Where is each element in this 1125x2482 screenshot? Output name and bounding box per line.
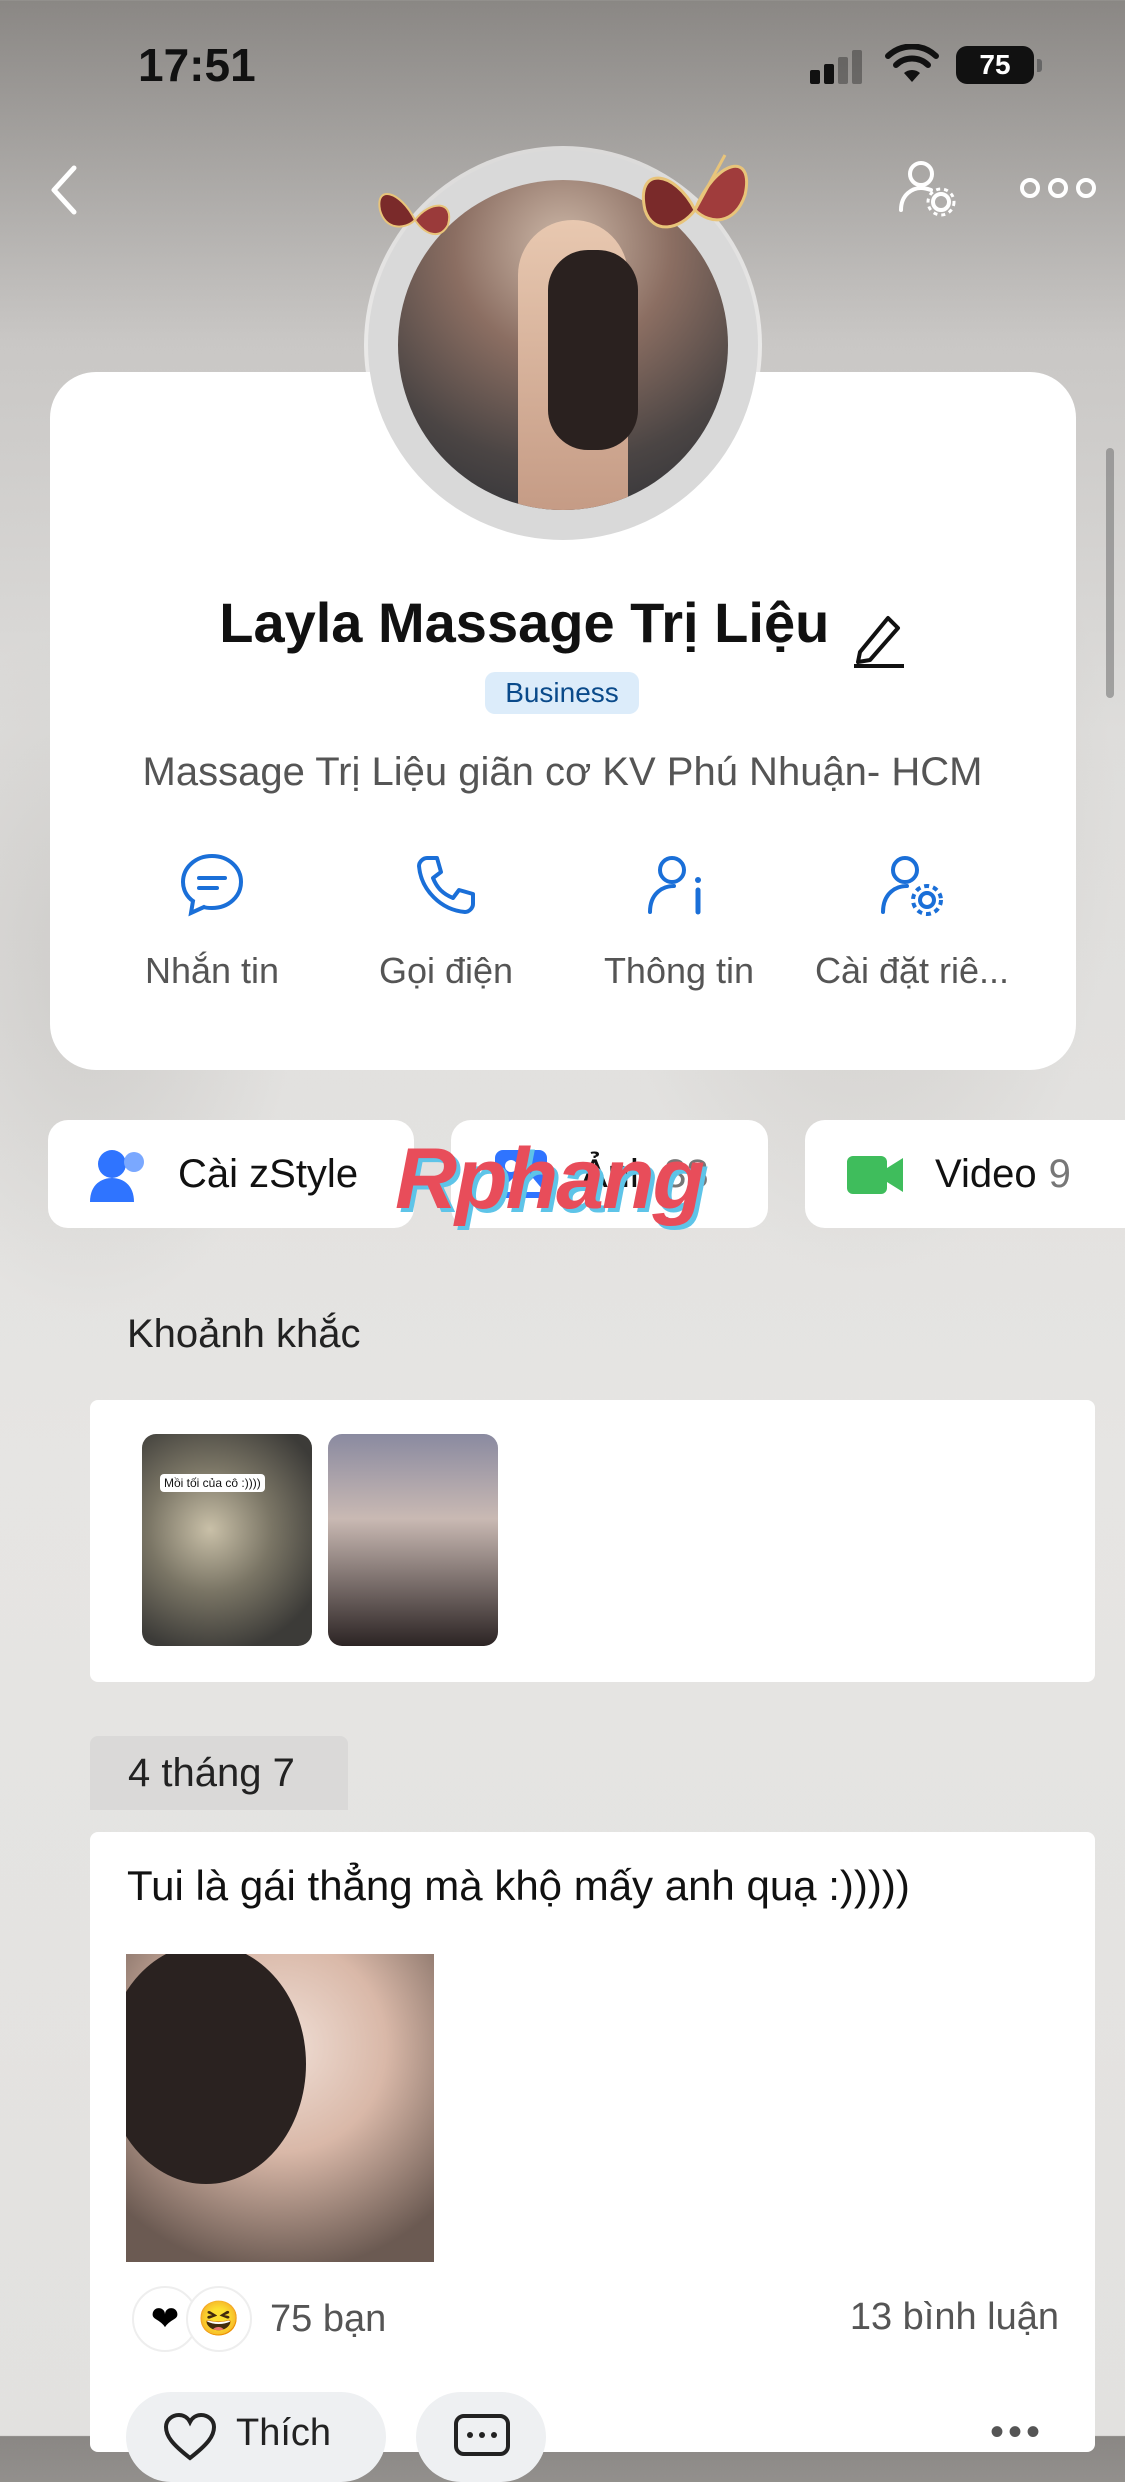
battery-indicator: 75 — [956, 46, 1042, 84]
action-label: Gọi điện — [378, 950, 514, 991]
profile-actions: Nhắn tin Gọi điện Thông tin Cài đặt riê.… — [50, 850, 1076, 1010]
videos-count: 9 — [1048, 1151, 1071, 1196]
comment-icon — [454, 2414, 510, 2456]
profile-bio: Massage Trị Liệu giãn cơ KV Phú Nhuận- H… — [142, 750, 983, 794]
action-label: Thông tin — [603, 950, 755, 991]
action-label: Nhắn tin — [144, 950, 280, 991]
moment-caption: Mồi tối của cô :)))) — [160, 1474, 265, 1492]
user-info-icon — [648, 856, 701, 915]
moments-strip: Mồi tối của cô :)))) — [90, 1400, 1095, 1682]
moments-title: Khoảnh khắc — [127, 1312, 361, 1356]
phone-icon — [417, 856, 475, 914]
profile-name-row: Layla Massage Trị Liệu — [0, 590, 1125, 668]
private-settings-button[interactable]: Cài đặt riê... — [812, 850, 1012, 992]
scrollbar[interactable] — [1106, 448, 1114, 698]
info-button[interactable]: Thông tin — [579, 850, 779, 992]
video-camera-icon — [847, 1156, 903, 1194]
more-options-icon[interactable] — [1020, 170, 1096, 206]
zstyle-label: Cài zStyle — [178, 1151, 359, 1196]
status-bar: 17:51 75 — [0, 0, 1125, 130]
zstyle-icon — [90, 1150, 144, 1202]
like-button[interactable]: Thích — [126, 2392, 386, 2482]
signal-icon — [810, 48, 870, 84]
watermark-logo: Rphang — [395, 1131, 705, 1227]
videos-chip[interactable]: Video 9 — [805, 1120, 1125, 1228]
moment-thumbnail[interactable] — [328, 1434, 498, 1646]
chat-icon — [180, 853, 244, 917]
wifi-icon — [885, 44, 939, 82]
feed-date: 4 tháng 7 — [90, 1736, 348, 1810]
likes-count: 75 bạn — [270, 2297, 387, 2340]
status-time: 17:51 — [138, 39, 256, 91]
message-button[interactable]: Nhắn tin — [112, 850, 312, 992]
user-settings-icon — [881, 856, 943, 916]
call-button[interactable]: Gọi điện — [346, 850, 546, 992]
like-label: Thích — [236, 2412, 332, 2454]
comment-button[interactable] — [416, 2392, 546, 2482]
post-more-icon[interactable]: ••• — [990, 2410, 1044, 2455]
back-arrow-icon[interactable] — [40, 160, 90, 220]
profile-name: Layla Massage Trị Liệu — [219, 591, 830, 654]
moment-thumbnail[interactable]: Mồi tối của cô :)))) — [142, 1434, 312, 1646]
post-text: Tui là gái thẳng mà khộ mấy anh quạ :)))… — [127, 1862, 910, 1909]
zstyle-chip[interactable]: Cài zStyle — [48, 1120, 414, 1228]
edit-pencil-icon[interactable] — [852, 608, 906, 668]
videos-label: Video — [935, 1151, 1037, 1196]
butterfly-left-icon — [378, 193, 451, 235]
post-photo[interactable] — [126, 1954, 434, 2262]
comments-count[interactable]: 13 bình luận — [850, 2296, 1059, 2339]
laugh-reaction-icon: 😆 — [186, 2286, 252, 2352]
business-badge: Business — [485, 672, 639, 714]
feed-post: Tui là gái thẳng mà khộ mấy anh quạ :)))… — [90, 1832, 1095, 2482]
butterfly-right-icon — [642, 154, 748, 229]
account-settings-icon[interactable] — [895, 156, 959, 220]
action-label: Cài đặt riê... — [814, 950, 1010, 991]
reactions-summary[interactable]: ❤ 😆 75 bạn — [132, 2286, 386, 2352]
heart-outline-icon — [163, 2412, 217, 2461]
